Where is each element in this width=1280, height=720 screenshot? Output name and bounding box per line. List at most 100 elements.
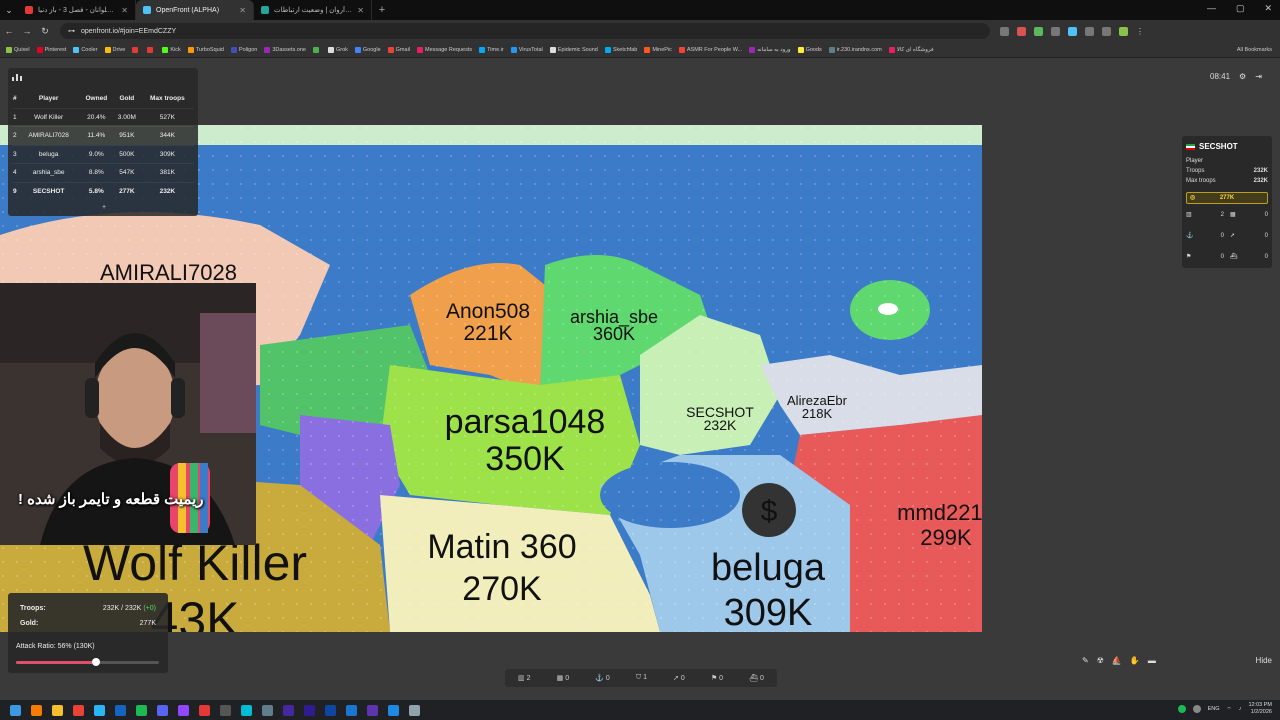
bookmark-item[interactable]: Kick <box>162 46 181 53</box>
leaderboard-icon[interactable] <box>12 73 22 81</box>
bookmark-item[interactable]: Pinterest <box>36 46 66 53</box>
discord-icon[interactable] <box>157 704 168 716</box>
minimize-icon[interactable]: — <box>1207 3 1216 14</box>
url-field[interactable]: ⊶ openfront.io/#join=EEmdCZZY <box>60 23 990 39</box>
volume-icon[interactable]: ♪ <box>1239 706 1242 712</box>
bookmark-item[interactable]: Sketchfab <box>604 46 637 53</box>
tray-icon[interactable] <box>1177 705 1186 713</box>
telegram-icon[interactable] <box>94 704 105 716</box>
settings-icon[interactable]: ⚙ <box>1239 72 1246 81</box>
pencil-icon[interactable]: ✎ <box>1082 656 1089 665</box>
menu-icon[interactable]: ⋮ <box>1136 27 1145 36</box>
extension-icon[interactable] <box>1085 26 1094 36</box>
col-gold[interactable]: Gold <box>113 90 141 108</box>
chat-icon[interactable]: ▬ <box>1148 656 1156 665</box>
leaderboard-row[interactable]: 1 Wolf Killer 20.4% 3.00M 527K <box>12 107 194 127</box>
site-info-icon[interactable]: ⊶ <box>68 27 75 35</box>
file-explorer-icon[interactable] <box>52 704 63 716</box>
expand-leaderboard-button[interactable]: + <box>102 204 106 211</box>
davinci-icon[interactable] <box>199 704 210 716</box>
spotify-icon[interactable] <box>136 704 147 716</box>
rider-icon[interactable] <box>367 704 378 716</box>
language-indicator[interactable]: ENG <box>1208 706 1220 712</box>
game-viewport[interactable]: $ AMIRALI7028 Anon508 221K arshia_sbe 360K pa… <box>0 58 1280 700</box>
col-max-troops[interactable]: Max troops <box>141 90 194 108</box>
app-icon[interactable] <box>262 704 273 716</box>
wifi-icon[interactable]: ⌔ <box>1227 706 1232 713</box>
nuke-icon[interactable]: ☢ <box>1097 656 1104 665</box>
app-icon[interactable] <box>241 704 252 716</box>
close-icon[interactable]: ✕ <box>239 6 246 15</box>
tray-icon[interactable] <box>1192 705 1201 713</box>
bookmark-item[interactable]: ورود به سامانه <box>749 46 791 53</box>
tab-pahlavanan[interactable]: پهلوانان - فصل 3 - باز دنیا | cbe ✕ <box>18 0 136 20</box>
bookmark-item[interactable]: VirusTotal <box>510 46 543 53</box>
col-player[interactable]: Player <box>18 90 80 108</box>
extension-icon[interactable] <box>1068 26 1077 36</box>
twitch-icon[interactable] <box>178 704 189 716</box>
search-icon[interactable] <box>31 704 42 716</box>
steam-icon[interactable] <box>115 704 126 716</box>
col-owned[interactable]: Owned <box>80 90 113 108</box>
tab-openfront[interactable]: OpenFront (ALPHA) ✕ <box>136 0 254 20</box>
leaderboard-row[interactable]: 4 arshia_sbe 8.8% 547K 381K <box>12 163 194 182</box>
forward-icon[interactable]: → <box>18 26 36 36</box>
build-factory-button[interactable]: ▦ 0 <box>557 674 569 682</box>
build-warship-button[interactable]: ⛴ 0 <box>749 674 764 682</box>
close-icon[interactable]: ✕ <box>357 6 364 15</box>
build-silo-button[interactable]: ➚ 0 <box>673 674 685 682</box>
boat-icon[interactable]: ⛵ <box>1112 656 1122 665</box>
build-sam-button[interactable]: ⚑ 0 <box>711 674 723 682</box>
maximize-icon[interactable]: ▢ <box>1236 3 1245 14</box>
bookmark-item[interactable]: ASMR For People W... <box>678 46 742 53</box>
bookmark-item[interactable]: TurboSquid <box>187 46 224 53</box>
leaderboard-row[interactable]: 3 beluga 9.0% 500K 309K <box>12 144 194 164</box>
new-tab-button[interactable]: + <box>372 4 392 16</box>
bookmark-item[interactable]: 3Dassets.one <box>264 46 306 53</box>
bookmark-item[interactable] <box>312 46 321 53</box>
bookmark-item[interactable]: Grok <box>327 46 348 53</box>
tab-search-icon[interactable]: ⌄ <box>0 5 18 16</box>
build-defense-button[interactable]: ⛉ 1 <box>636 674 647 682</box>
bookmark-item[interactable]: Drive <box>104 46 125 53</box>
bookmark-item[interactable]: Google <box>354 46 381 53</box>
reload-icon[interactable]: ↻ <box>36 26 54 37</box>
extension-icon[interactable] <box>1051 26 1060 36</box>
after-effects-icon[interactable] <box>283 704 294 716</box>
bookmark-item[interactable]: Poligon <box>230 46 257 53</box>
build-port-button[interactable]: ⚓ 0 <box>595 674 610 682</box>
attack-ratio-handle[interactable] <box>92 658 101 666</box>
leaderboard-row[interactable]: 9 SECSHOT 5.8% 277K 232K <box>12 181 194 201</box>
extension-icon[interactable] <box>1000 26 1009 36</box>
tab-radar[interactable]: رادار ابر آروان | وضعیت ارتباطات ✕ <box>254 0 372 20</box>
bookmark-item[interactable]: Gmail <box>387 46 410 53</box>
bookmark-item[interactable] <box>132 46 140 53</box>
hide-button[interactable]: Hide <box>1256 656 1272 665</box>
app-icon[interactable] <box>388 704 399 716</box>
bookmark-item[interactable]: فروشگاه ای کالا <box>888 46 934 53</box>
bookmark-item[interactable] <box>147 46 155 53</box>
premiere-icon[interactable] <box>304 704 315 716</box>
settings-icon[interactable] <box>409 704 420 716</box>
extension-icon[interactable] <box>1017 26 1026 36</box>
extension-icon[interactable] <box>1102 26 1111 36</box>
attack-ratio-slider[interactable] <box>16 658 159 666</box>
photoshop-icon[interactable] <box>325 704 336 716</box>
bookmark-item[interactable]: Epidemic Sound <box>549 46 598 53</box>
bookmark-item[interactable]: ir.230.irandns.com <box>828 46 882 53</box>
bookmark-item[interactable]: Time.ir <box>479 46 504 53</box>
extension-icon[interactable] <box>1034 26 1043 36</box>
close-window-icon[interactable]: ✕ <box>1264 3 1272 14</box>
chrome-icon[interactable] <box>73 704 84 716</box>
bookmark-item[interactable]: Cooler <box>73 46 98 53</box>
windows-start-icon[interactable] <box>10 704 21 716</box>
alliance-icon[interactable]: ✋ <box>1130 656 1140 665</box>
obs-icon[interactable] <box>220 704 231 716</box>
profile-avatar[interactable] <box>1119 26 1128 36</box>
all-bookmarks-button[interactable]: All Bookmarks <box>1237 47 1272 53</box>
bookmark-item[interactable]: MinePic <box>644 46 672 53</box>
back-icon[interactable]: ← <box>0 26 18 36</box>
exit-icon[interactable]: ⇥ <box>1255 72 1262 81</box>
close-icon[interactable]: ✕ <box>121 6 128 15</box>
leaderboard-row[interactable]: 2 AMIRALI7028 11.4% 951K 344K <box>12 126 194 145</box>
